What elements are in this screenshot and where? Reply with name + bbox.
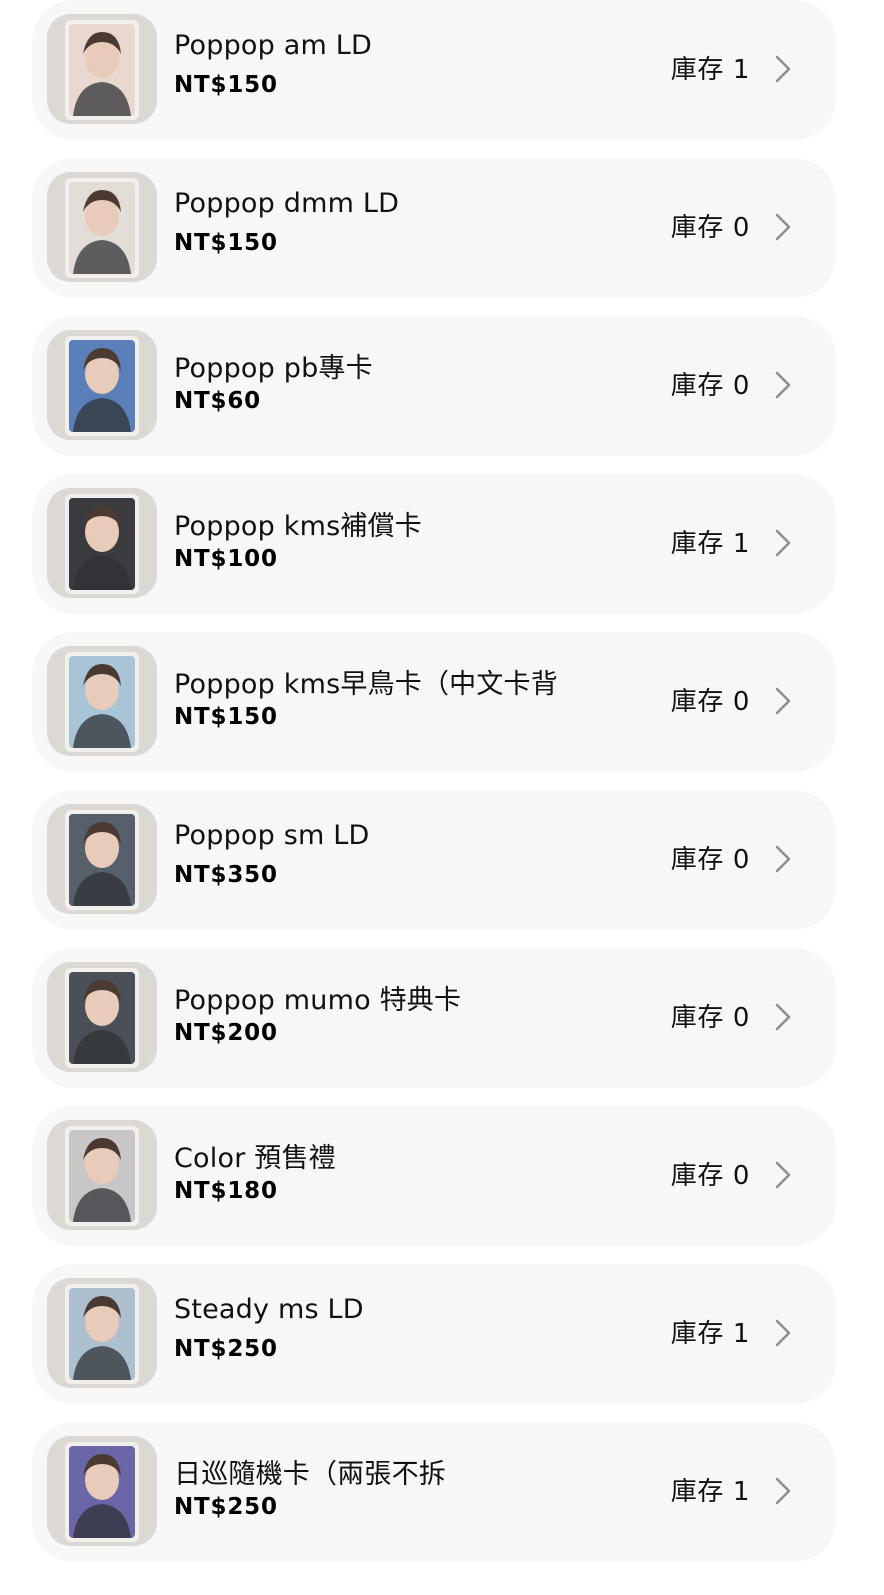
product-thumbnail-image [47, 804, 157, 914]
chevron-right-icon[interactable] [774, 844, 792, 874]
product-name: Poppop dmm LD [174, 188, 400, 219]
product-row[interactable]: Poppop mumo 特典卡 NT$200 庫存 0 [32, 948, 836, 1088]
stock-count: 庫存 0 [670, 1161, 750, 1191]
product-thumbnail-image [47, 1278, 157, 1388]
product-row[interactable]: Poppop pb專卡 NT$60 庫存 0 [32, 316, 836, 456]
product-price: NT$200 [174, 1020, 278, 1046]
product-thumbnail-image [47, 1436, 157, 1546]
stock-count: 庫存 0 [670, 687, 750, 717]
product-row[interactable]: Poppop dmm LD NT$150 庫存 0 [32, 158, 836, 298]
chevron-right-icon[interactable] [774, 686, 792, 716]
product-thumbnail-image [47, 14, 157, 124]
product-price: NT$60 [174, 388, 261, 414]
product-name: 日巡隨機卡（兩張不拆 [174, 1459, 446, 1490]
product-name: Steady ms LD [174, 1294, 364, 1325]
product-price: NT$150 [174, 230, 278, 256]
stock-count: 庫存 1 [670, 529, 750, 559]
product-name: Poppop mumo 特典卡 [174, 985, 462, 1016]
product-thumbnail-image [47, 646, 157, 756]
chevron-right-icon[interactable] [774, 1002, 792, 1032]
product-price: NT$150 [174, 72, 278, 98]
stock-count: 庫存 0 [670, 371, 750, 401]
product-name: Poppop kms早鳥卡（中文卡背 [174, 669, 558, 700]
product-thumbnail-image [47, 330, 157, 440]
stock-count: 庫存 1 [670, 55, 750, 85]
product-name: Color 預售禮 [174, 1143, 336, 1174]
product-row[interactable]: Poppop kms早鳥卡（中文卡背 NT$150 庫存 0 [32, 632, 836, 772]
product-price: NT$250 [174, 1494, 278, 1520]
chevron-right-icon[interactable] [774, 1160, 792, 1190]
chevron-right-icon[interactable] [774, 528, 792, 558]
product-thumbnail-image [47, 962, 157, 1072]
product-price: NT$250 [174, 1336, 278, 1362]
product-price: NT$150 [174, 704, 278, 730]
chevron-right-icon[interactable] [774, 1476, 792, 1506]
chevron-right-icon[interactable] [774, 1318, 792, 1348]
product-list: Poppop am LD NT$150 庫存 1 Poppop dmm LD NT$15… [0, 0, 884, 1595]
stock-count: 庫存 0 [670, 1003, 750, 1033]
stock-count: 庫存 0 [670, 213, 750, 243]
product-price: NT$100 [174, 546, 278, 572]
chevron-right-icon[interactable] [774, 370, 792, 400]
product-row[interactable]: Poppop sm LD NT$350 庫存 0 [32, 790, 836, 930]
product-name: Poppop pb專卡 [174, 353, 373, 384]
product-row[interactable]: Color 預售禮 NT$180 庫存 0 [32, 1106, 836, 1246]
product-row[interactable]: Steady ms LD NT$250 庫存 1 [32, 1264, 836, 1404]
stock-count: 庫存 1 [670, 1477, 750, 1507]
product-thumbnail-image [47, 1120, 157, 1230]
product-row[interactable]: Poppop kms補償卡 NT$100 庫存 1 [32, 474, 836, 614]
chevron-right-icon[interactable] [774, 212, 792, 242]
product-name: Poppop kms補償卡 [174, 511, 422, 542]
product-price: NT$350 [174, 862, 278, 888]
stock-count: 庫存 0 [670, 845, 750, 875]
product-thumbnail-image [47, 172, 157, 282]
product-row[interactable]: 日巡隨機卡（兩張不拆 NT$250 庫存 1 [32, 1422, 836, 1562]
stock-count: 庫存 1 [670, 1319, 750, 1349]
product-row[interactable]: Poppop am LD NT$150 庫存 1 [32, 0, 836, 140]
product-price: NT$180 [174, 1178, 278, 1204]
product-name: Poppop sm LD [174, 820, 370, 851]
chevron-right-icon[interactable] [774, 54, 792, 84]
product-name: Poppop am LD [174, 30, 373, 61]
product-thumbnail-image [47, 488, 157, 598]
